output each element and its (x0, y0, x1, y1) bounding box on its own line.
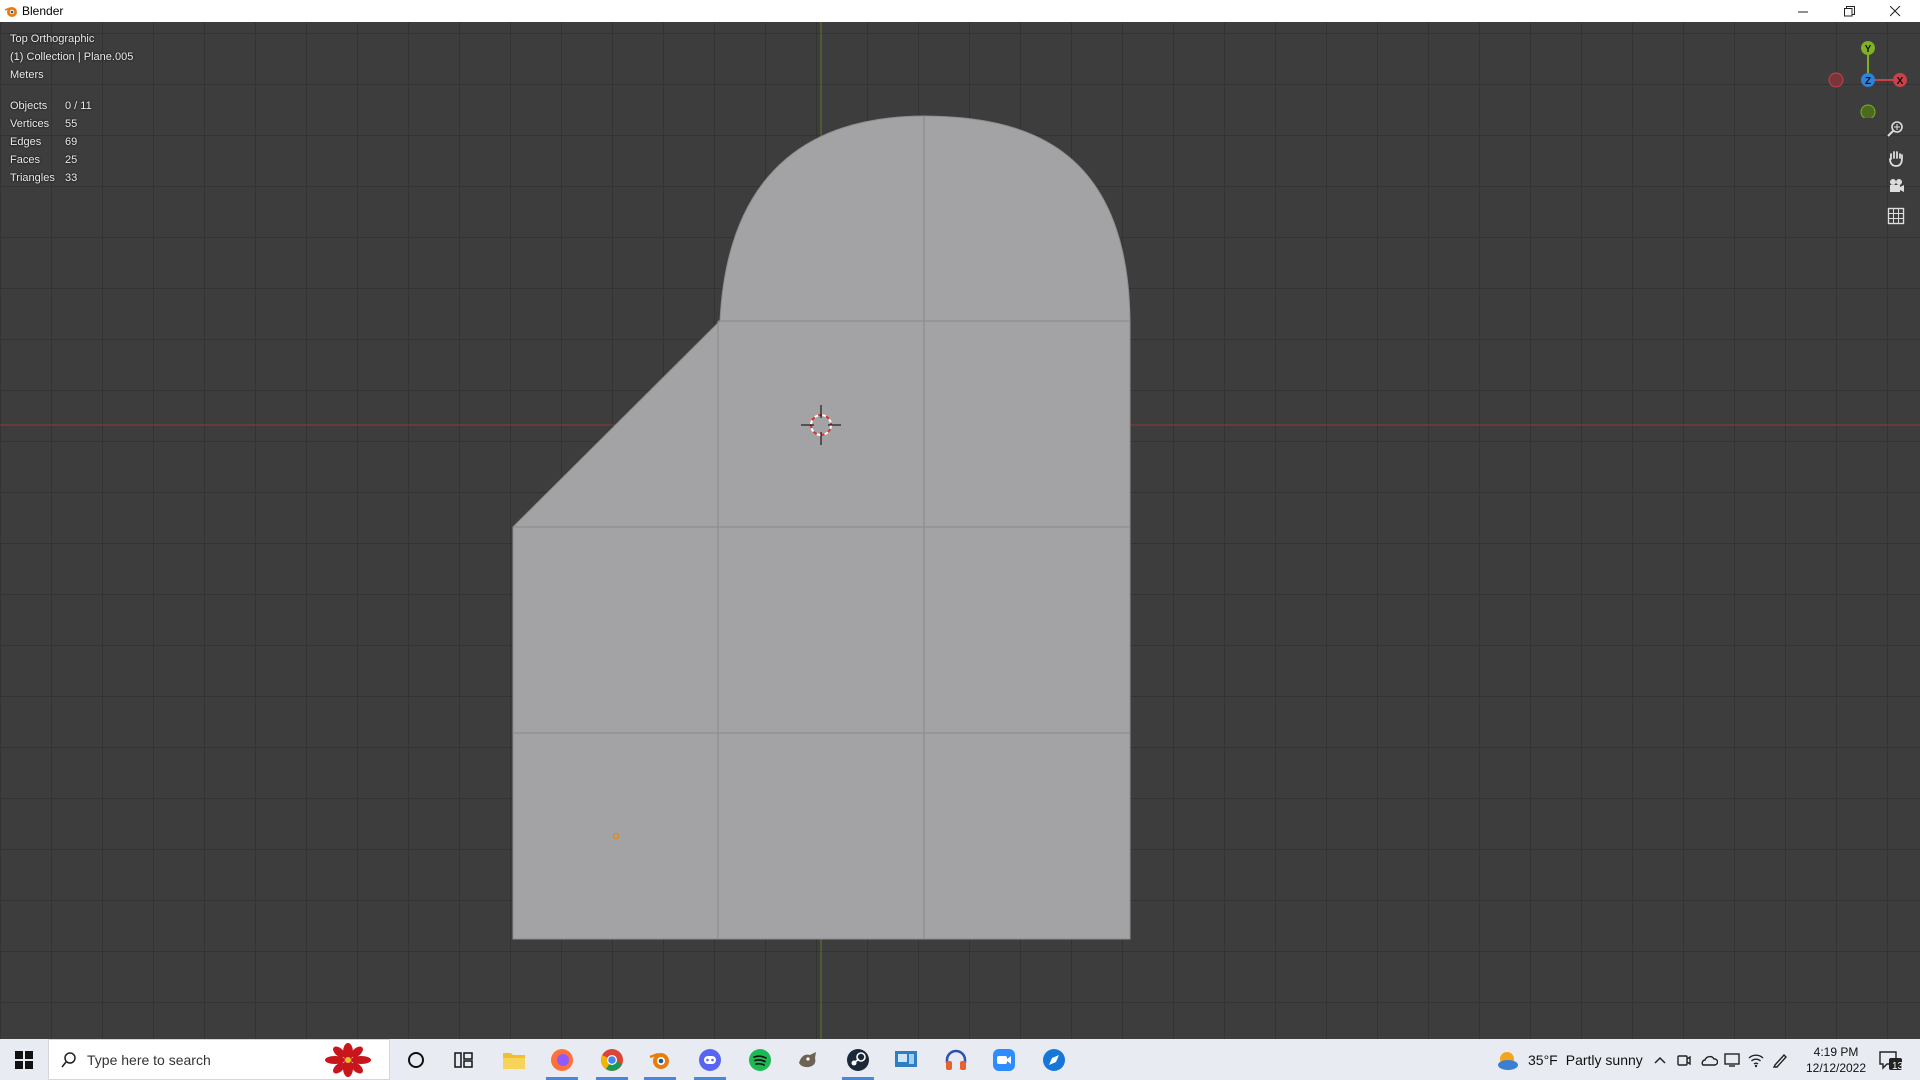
task-view-button[interactable] (440, 1039, 488, 1080)
task-view-icon (454, 1051, 473, 1068)
compass-icon (1043, 1048, 1065, 1071)
grid-icon (1887, 207, 1905, 225)
hand-icon (1889, 151, 1903, 167)
search-placeholder: Type here to search (87, 1051, 211, 1068)
camera-icon (1890, 179, 1904, 192)
pen-icon[interactable] (1772, 1052, 1788, 1068)
minimize-button[interactable] (1780, 0, 1826, 22)
gizmo-neg-x-icon[interactable] (1828, 72, 1844, 88)
partly-sunny-icon (1498, 1051, 1518, 1070)
scene-statistics: Objects 0 / 11 Vertices 55 Edges 69 Faces 25… (10, 97, 92, 187)
close-icon (1889, 5, 1900, 16)
taskbar-app-gimp[interactable] (784, 1039, 832, 1080)
gizmo-x-label: X (1897, 76, 1904, 87)
stat-row-vertices: Vertices 55 (10, 118, 78, 130)
taskbar-app-blue-utility[interactable] (1030, 1039, 1078, 1080)
weather-condition: Partly sunny (1565, 1051, 1643, 1068)
gizmo-y-label: Y (1865, 44, 1872, 55)
clock-date: 12/12/2022 (1805, 1060, 1867, 1075)
notification-count: 13 (1892, 1061, 1904, 1072)
notification-center-button[interactable]: 13 (1878, 1039, 1904, 1080)
taskbar-app-spotify[interactable] (736, 1039, 784, 1080)
collection-info: (1) Collection | Plane.005 (10, 51, 134, 63)
weather-widget[interactable]: 35°F Partly sunny (1496, 1039, 1643, 1080)
wifi-icon[interactable] (1748, 1052, 1764, 1068)
units-label: Meters (10, 69, 44, 81)
steam-icon (847, 1048, 869, 1071)
taskbar-app-blender[interactable] (636, 1039, 684, 1080)
scene-canvas[interactable] (0, 22, 1920, 1039)
display-icon[interactable] (1724, 1052, 1740, 1068)
remote-desktop-icon (895, 1050, 917, 1067)
clock[interactable]: 4:19 PM 12/12/2022 (1800, 1039, 1872, 1080)
chrome-icon (600, 1048, 623, 1071)
stat-row-faces: Faces 25 (10, 154, 78, 166)
blender-icon (649, 1052, 669, 1069)
gizmo-z-label: Z (1865, 76, 1871, 87)
title-bar: Blender (0, 0, 1920, 22)
window-title: Blender (22, 4, 64, 18)
stat-row-triangles: Triangles 33 (10, 172, 78, 184)
view-info: Top Orthographic (1) Collection | Plane.… (10, 30, 133, 84)
meet-now-icon[interactable] (1676, 1052, 1692, 1068)
start-button[interactable] (0, 1039, 48, 1080)
system-tray (1652, 1039, 1788, 1080)
zoom-button[interactable] (1882, 115, 1910, 143)
navigation-gizmo[interactable]: Y X Z (1820, 28, 1920, 118)
poinsettia-icon (325, 1043, 371, 1077)
search-icon (61, 1052, 76, 1068)
spotify-icon (749, 1048, 771, 1071)
onedrive-icon[interactable] (1700, 1052, 1718, 1068)
cortana-button[interactable] (392, 1039, 440, 1080)
stat-row-objects: Objects 0 / 11 (10, 100, 92, 112)
taskbar-app-file-explorer[interactable] (490, 1039, 538, 1080)
chevron-up-icon[interactable] (1652, 1052, 1668, 1068)
zoom-video-icon (993, 1048, 1015, 1071)
restore-icon (1843, 5, 1855, 16)
camera-view-button[interactable] (1882, 172, 1910, 200)
blender-logo-icon (4, 7, 17, 17)
taskbar: Type here to search 35°F Partly sunny 4:… (0, 1039, 1920, 1080)
stat-row-edges: Edges 69 (10, 136, 78, 148)
minimize-icon (1797, 11, 1808, 12)
taskbar-app-steam[interactable] (834, 1039, 882, 1080)
gimp-icon (799, 1051, 816, 1067)
clock-time: 4:19 PM (1813, 1044, 1859, 1059)
weather-temperature: 35°F (1528, 1051, 1558, 1068)
view-name: Top Orthographic (10, 33, 95, 45)
taskbar-app-chrome[interactable] (588, 1039, 636, 1080)
taskbar-app-firefox[interactable] (538, 1039, 586, 1080)
taskbar-app-discord[interactable] (686, 1039, 734, 1080)
toggle-perspective-button[interactable] (1882, 202, 1910, 230)
zoom-icon (1887, 121, 1903, 137)
gizmo-neg-y-icon[interactable] (1860, 104, 1876, 118)
folder-icon (503, 1052, 525, 1069)
windows-logo-icon (15, 1050, 33, 1069)
cortana-icon (408, 1051, 424, 1068)
firefox-icon (551, 1048, 573, 1071)
pan-button[interactable] (1882, 144, 1910, 172)
restore-button[interactable] (1826, 0, 1872, 22)
close-button[interactable] (1872, 0, 1918, 22)
taskbar-app-headphones[interactable] (932, 1039, 980, 1080)
taskbar-app-zoom[interactable] (980, 1039, 1028, 1080)
taskbar-app-remote-desktop[interactable] (882, 1039, 930, 1080)
discord-icon (699, 1048, 721, 1071)
3d-viewport[interactable]: Top Orthographic (1) Collection | Plane.… (0, 22, 1920, 1039)
headphones-icon (945, 1049, 967, 1070)
taskbar-search-box[interactable]: Type here to search (48, 1039, 390, 1080)
